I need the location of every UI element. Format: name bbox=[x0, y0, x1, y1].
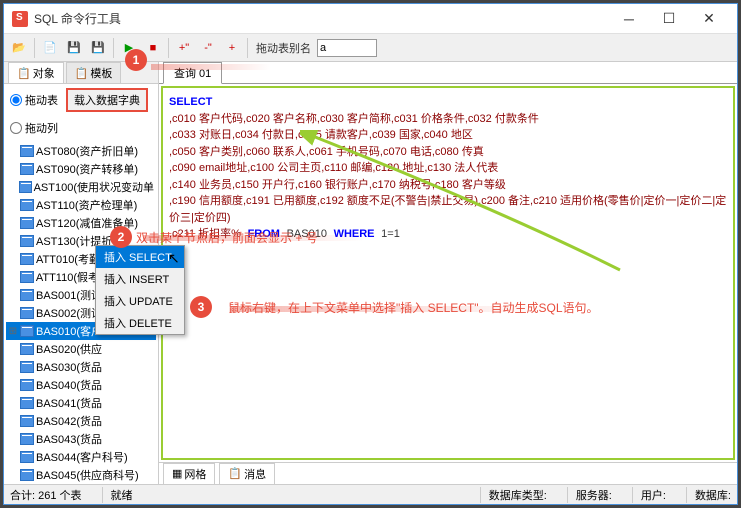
drag-alias-label: 拖动表别名 bbox=[256, 40, 311, 56]
status-user: 用户: bbox=[632, 487, 666, 503]
ctx-insert-update[interactable]: 插入 UPDATE bbox=[96, 290, 184, 312]
statusbar: 合计: 261 个表 就绪 数据库类型: 服务器: 用户: 数据库: bbox=[4, 484, 737, 504]
annotation-2: 2双击某个节点后，前面会显示 + 号 bbox=[110, 226, 318, 248]
template-icon: 📋 bbox=[75, 67, 89, 80]
maximize-button[interactable]: ☐ bbox=[649, 5, 689, 33]
tree-node[interactable]: AST110(资产检理单) bbox=[6, 196, 156, 214]
toolbar-save-icon[interactable]: 💾 bbox=[63, 37, 85, 59]
tree-node[interactable]: BAS020(供应 bbox=[6, 340, 156, 358]
close-button[interactable]: ✕ bbox=[689, 5, 729, 33]
ctx-insert-delete[interactable]: 插入 DELETE bbox=[96, 312, 184, 334]
tree-node[interactable]: AST090(资产转移单) bbox=[6, 160, 156, 178]
tree-node[interactable]: AST100(使用状况变动单 bbox=[6, 178, 156, 196]
tab-grid[interactable]: ▦网格 bbox=[163, 463, 215, 485]
status-count: 合计: 261 个表 bbox=[10, 487, 82, 503]
tree-node[interactable]: BAS030(货品 bbox=[6, 358, 156, 376]
minimize-button[interactable]: ─ bbox=[609, 5, 649, 33]
toolbar-plus2-icon[interactable]: + bbox=[221, 37, 243, 59]
tree-node[interactable]: BAS042(货品 bbox=[6, 412, 156, 430]
tab-object[interactable]: 📋对象 bbox=[8, 62, 64, 83]
status-db: 数据库: bbox=[686, 487, 731, 503]
grid-icon: ▦ bbox=[172, 467, 182, 480]
ctx-insert-insert[interactable]: 插入 INSERT bbox=[96, 268, 184, 290]
object-icon: 📋 bbox=[17, 67, 31, 80]
tree-node[interactable]: BAS043(货品 bbox=[6, 430, 156, 448]
green-arrow bbox=[300, 130, 630, 280]
toolbar-new-icon[interactable]: 📄 bbox=[39, 37, 61, 59]
load-dict-button[interactable]: 载入数据字典 bbox=[66, 88, 148, 112]
titlebar: SQL 命令行工具 ─ ☐ ✕ bbox=[4, 4, 737, 34]
tree-node[interactable]: BAS044(客户科号) bbox=[6, 448, 156, 466]
radio-drag-table[interactable]: 拖动表 bbox=[10, 92, 58, 108]
app-icon bbox=[12, 11, 28, 27]
drag-alias-input[interactable] bbox=[317, 39, 377, 57]
query-tab[interactable]: 查询 01 bbox=[163, 62, 222, 84]
window-title: SQL 命令行工具 bbox=[34, 10, 609, 27]
msg-icon: 📋 bbox=[228, 467, 242, 480]
tree-node[interactable]: BAS040(货品 bbox=[6, 376, 156, 394]
toolbar-saveas-icon[interactable]: 💾 bbox=[87, 37, 109, 59]
cursor-icon: ↖ bbox=[168, 250, 180, 267]
tree-node[interactable]: BAS041(货品 bbox=[6, 394, 156, 412]
annotation-1: 1 bbox=[125, 49, 147, 71]
status-dbtype: 数据库类型: bbox=[480, 487, 547, 503]
status-ready: 就绪 bbox=[102, 487, 133, 503]
status-server: 服务器: bbox=[567, 487, 612, 503]
tab-message[interactable]: 📋消息 bbox=[219, 463, 275, 485]
tree-node[interactable]: AST080(资产折旧单) bbox=[6, 142, 156, 160]
tab-template[interactable]: 📋模板 bbox=[66, 62, 122, 83]
annotation-3: 3鼠标右键，在上下文菜单中选择"插入 SELECT"。自动生成SQL语句。 bbox=[190, 296, 599, 318]
toolbar-open-icon[interactable]: 📂 bbox=[8, 37, 30, 59]
tree-node[interactable]: BAS045(供应商科号) bbox=[6, 466, 156, 484]
radio-drag-col[interactable]: 拖动列 bbox=[10, 120, 58, 136]
toolbar-plus-icon[interactable]: +" bbox=[173, 37, 195, 59]
toolbar-minus-icon[interactable]: -" bbox=[197, 37, 219, 59]
toolbar: 📂 📄 💾 💾 ▶ ■ +" -" + 拖动表别名 bbox=[4, 34, 737, 62]
